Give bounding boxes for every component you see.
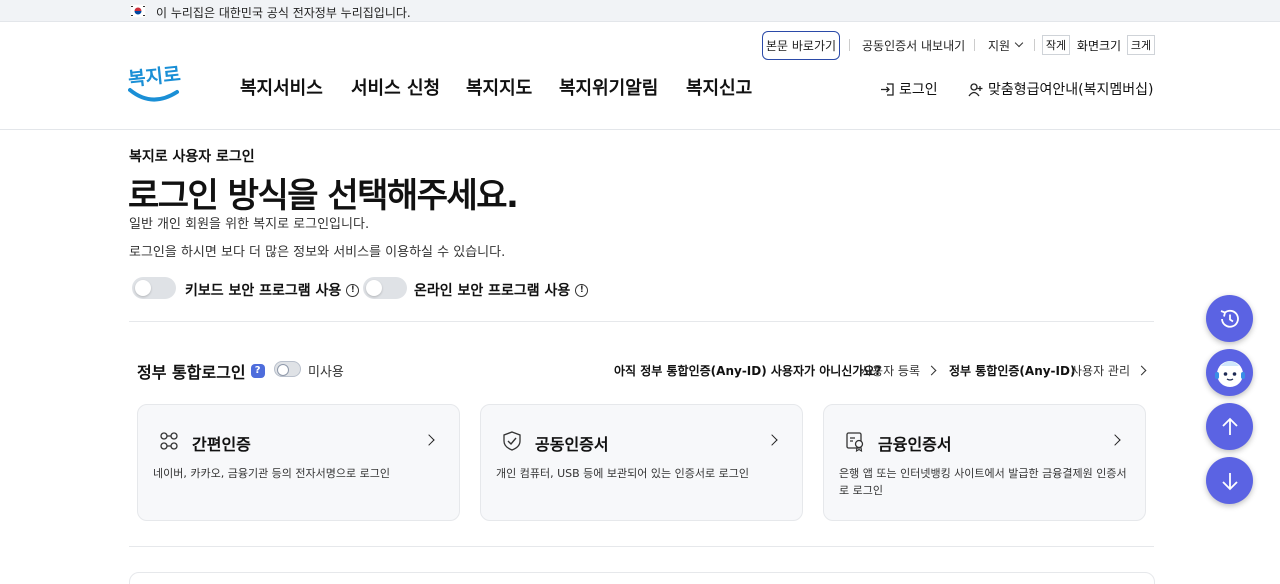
card-title: 공동인증서 [535,435,609,454]
page-crumb: 복지로 사용자 로그인 [129,149,255,165]
financial-cert-card[interactable]: 금융인증서 은행 앱 또는 인터넷뱅킹 사이트에서 발급한 금융결제원 인증서로… [823,404,1146,521]
nav-welfare-services[interactable]: 복지서비스 [240,74,323,100]
login-icon [881,82,894,96]
support-dropdown[interactable]: 지원 [988,30,1024,60]
cert-export-link[interactable]: 공동인증서 내보내기 [862,30,965,60]
any-id-question: 아직 정부 통합인증(Any-ID) 사용자가 아니신가요? [614,362,881,379]
help-icon[interactable]: ? [250,364,265,378]
keyboard-security-label: 키보드 보안 프로그램 사용 ! [185,280,360,300]
keyboard-security-text: 키보드 보안 프로그램 사용 [185,283,342,299]
card-desc: 은행 앱 또는 인터넷뱅킹 사이트에서 발급한 금융결제원 인증서로 로그인 [839,467,1127,497]
nav-welfare-map[interactable]: 복지지도 [466,74,532,100]
section-divider [129,546,1154,547]
user-plus-icon [968,82,983,96]
card-desc: 네이버, 카카오, 금융기관 등의 전자서명으로 로그인 [153,467,390,480]
gov-login-title-text: 정부 통합로그인 [137,363,246,382]
font-size-label: 화면크기 [1076,38,1122,53]
korea-flag-icon [130,4,146,18]
online-security-label: 온라인 보안 프로그램 사용 ! [414,280,589,300]
simple-auth-card[interactable]: 간편인증 네이버, 카카오, 금융기관 등의 전자서명으로 로그인 [137,404,460,521]
chatbot-button[interactable] [1206,349,1253,396]
divider [849,39,850,51]
page-desc-1: 일반 개인 회원을 위한 복지로 로그인입니다. [129,217,370,232]
history-icon [1220,309,1239,328]
financial-cert-icon [846,432,864,452]
page-title: 로그인 방식을 선택해주세요. [128,176,519,216]
chevron-right-icon [1136,365,1147,376]
bokjiro-logo[interactable]: 복지로 [127,62,182,108]
logo-smile-icon [128,88,179,102]
font-big-button[interactable]: 크게 [1127,35,1155,55]
any-id-label: 정부 통합인증(Any-ID) [949,362,1075,379]
divider [1034,39,1035,51]
online-security-text: 온라인 보안 프로그램 사용 [414,283,571,299]
scroll-top-button[interactable] [1206,403,1253,450]
support-label: 지원 [988,38,1011,53]
register-label: 사용자 등록 [861,364,921,378]
recent-history-button[interactable] [1206,295,1253,342]
manage-link[interactable]: 사용자 관리 [1071,362,1147,379]
gov-login-toggle[interactable] [274,361,301,377]
register-link[interactable]: 사용자 등록 [861,362,937,379]
gov-login-toggle-state: 미사용 [308,365,344,380]
chevron-down-icon [1014,38,1024,48]
gov-banner: 이 누리집은 대한민국 공식 전자정부 누리집입니다. [0,0,1280,22]
info-icon[interactable]: ! [575,283,589,297]
login-label: 로그인 [899,82,938,98]
online-security-toggle[interactable] [363,277,407,299]
simple-auth-icon [160,432,178,450]
any-id-question-text: 아직 정부 통합인증(Any-ID) 사용자가 아니신가요? [614,364,882,378]
membership-link[interactable]: 맞춤형급여안내(복지멤버십) [968,79,1153,99]
font-small-button[interactable]: 작게 [1042,35,1070,55]
chevron-right-icon [926,365,937,376]
login-link[interactable]: 로그인 [880,79,938,99]
card-title: 간편인증 [192,435,251,454]
card-desc: 개인 컴퓨터, USB 등에 보관되어 있는 인증서로 로그인 [496,467,749,480]
divider [974,39,975,51]
arrow-up-icon [1221,417,1238,435]
chevron-right-icon [423,434,435,446]
chatbot-icon [1214,360,1245,387]
header-divider [0,129,1280,130]
membership-label: 맞춤형급여안내(복지멤버십) [988,82,1154,98]
page-desc-2: 로그인을 하시면 보다 더 많은 정보와 서비스를 이용하실 수 있습니다. [129,245,506,260]
card-title: 금융인증서 [878,435,952,454]
scroll-bottom-button[interactable] [1206,457,1253,504]
skip-to-content-button[interactable]: 본문 바로가기 [762,31,840,60]
info-icon[interactable]: ! [346,283,360,297]
keyboard-security-toggle[interactable] [132,277,176,299]
section-divider [129,321,1154,322]
nav-service-apply[interactable]: 서비스 신청 [351,74,440,100]
joint-cert-card[interactable]: 공동인증서 개인 컴퓨터, USB 등에 보관되어 있는 인증서로 로그인 [480,404,803,521]
gov-login-title: 정부 통합로그인 ? [137,359,265,383]
gov-banner-text: 이 누리집은 대한민국 공식 전자정부 누리집입니다. [156,6,411,20]
arrow-down-icon [1221,472,1238,490]
next-section-box [129,572,1155,584]
manage-label: 사용자 관리 [1071,364,1131,378]
any-id-text: 정부 통합인증(Any-ID) [949,364,1076,378]
nav-welfare-report[interactable]: 복지신고 [686,74,752,100]
chevron-right-icon [1109,434,1121,446]
nav-crisis-alert[interactable]: 복지위기알림 [559,74,658,100]
shield-check-icon [503,431,521,451]
chevron-right-icon [766,434,778,446]
